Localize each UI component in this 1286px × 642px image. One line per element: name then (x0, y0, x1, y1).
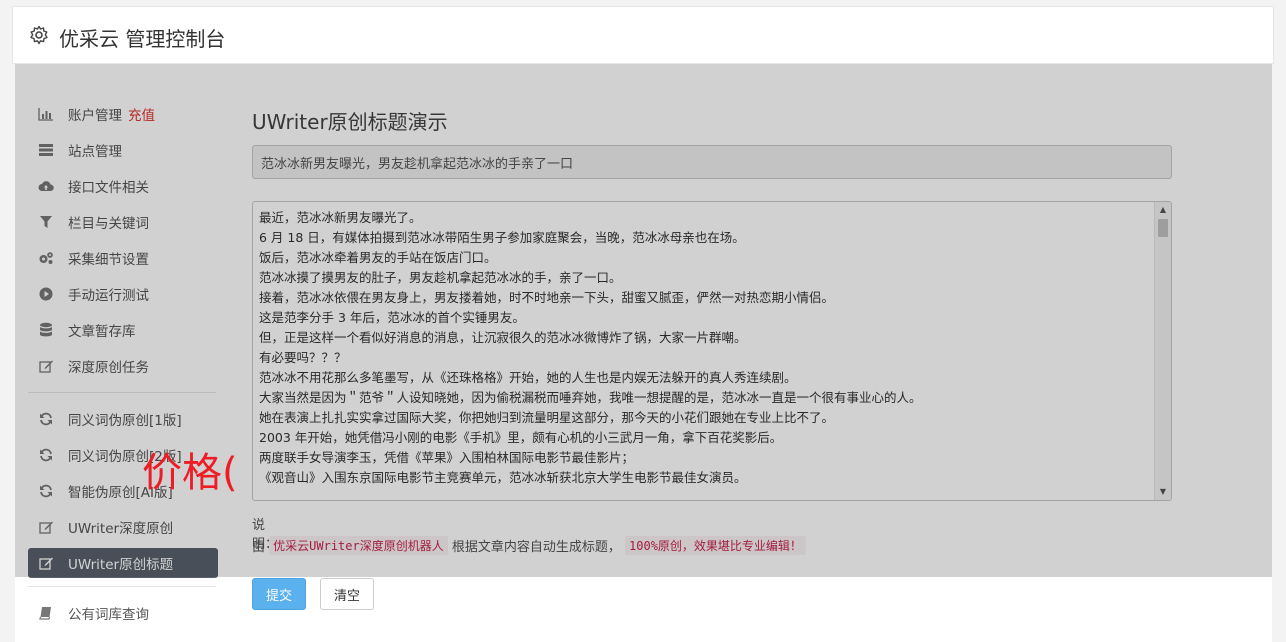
content-line: 但，正是这样一个看似好消息的消息，让沉寂很久的范冰冰微博炸了锅，大家一片群嘲。 (259, 330, 747, 345)
scroll-up-arrow[interactable]: ▲ (1155, 202, 1171, 218)
sidebar-item-label: 接口文件相关 (68, 180, 149, 196)
sidebar-item-categories-keywords[interactable]: 栏目与关键词 (28, 204, 218, 240)
sidebar-divider (28, 586, 216, 587)
scroll-down-arrow[interactable]: ▼ (1155, 484, 1171, 500)
sidebar-item-synonym-v1[interactable]: 同义词伪原创[1版] (28, 401, 218, 437)
sidebar-item-label: 站点管理 (68, 144, 122, 160)
sidebar-item-article-storage[interactable]: 文章暂存库 (28, 312, 218, 348)
book-icon (38, 605, 54, 621)
sidebar-item-label: 账户管理 (68, 108, 122, 124)
content-line: 2003 年开始，她凭借冯小刚的电影《手机》里，颇有心机的小三武月一角，拿下百花… (259, 430, 783, 445)
edit-icon (38, 358, 54, 374)
filter-icon (38, 214, 54, 230)
sidebar-item-label: 公有词库查询 (68, 607, 149, 623)
sidebar-item-label: 手动运行测试 (68, 288, 149, 304)
sidebar-item-manual-run[interactable]: 手动运行测试 (28, 276, 218, 312)
sidebar-item-label: 深度原创任务 (68, 360, 149, 376)
content-line: 有必要吗？？？ (259, 350, 347, 365)
sidebar-item-uwriter-deep[interactable]: UWriter深度原创 (28, 509, 218, 545)
description-text: 由 优采云UWriter深度原创机器人 根据文章内容自动生成标题， 100%原创… (252, 536, 806, 555)
refresh-icon (38, 483, 54, 499)
scrollbar[interactable]: ▲ ▼ (1154, 202, 1171, 500)
play-circle-icon (38, 286, 54, 302)
content-textarea[interactable]: 最近，范冰冰新男友曝光了。 6 月 18 日，有媒体拍摄到范冰冰带陌生男子参加家庭… (252, 201, 1172, 501)
cloud-upload-icon (38, 178, 54, 194)
refresh-icon (38, 411, 54, 427)
sidebar-item-label: 同义词伪原创[1版] (68, 413, 182, 429)
sidebar-item-interface-files[interactable]: 接口文件相关 (28, 168, 218, 204)
submit-button[interactable]: 提交 (252, 578, 306, 610)
content-line: 接着，范冰冰依偎在男友身上，男友搂着她，时不时地亲一下头，甜蜜又腻歪，俨然一对热… (259, 290, 835, 305)
highlight-code: 100%原创，效果堪比专业编辑！ (625, 536, 806, 555)
refresh-icon (38, 447, 54, 463)
price-overlay-text: 价格( (142, 450, 238, 496)
content-line: 范冰冰摸了摸男友的肚子，男友趁机拿起范冰冰的手，亲了一口。 (259, 270, 622, 285)
content-line: 饭后，范冰冰牵着男友的手站在饭店门口。 (259, 250, 497, 265)
content-line: 这是范李分手 3 年后，范冰冰的首个实锤男友。 (259, 310, 525, 325)
sidebar-item-label: 栏目与关键词 (68, 216, 149, 232)
sidebar-item-label: UWriter深度原创 (68, 521, 174, 537)
content-line: 范冰冰不用花那么多笔墨写，从《还珠格格》开始，她的人生也是内娱无法躲开的真人秀连… (259, 370, 797, 385)
product-name-code: 优采云UWriter深度原创机器人 (269, 536, 448, 555)
sidebar-item-uwriter-title[interactable]: UWriter原创标题 (28, 548, 218, 578)
bar-chart-icon (38, 106, 54, 122)
sidebar-item-collect-settings[interactable]: 采集细节设置 (28, 240, 218, 276)
sidebar-item-sites[interactable]: 站点管理 (28, 132, 218, 168)
content-line: 《观音山》入围东京国际电影节主竞赛单元，范冰冰斩获北京大学生电影节最佳女演员。 (259, 470, 747, 485)
content-line: 两度联手女导演李玉，凭借《苹果》入围柏林国际电影节最佳影片； (259, 450, 635, 465)
edit-icon (38, 519, 54, 535)
sidebar: 账户管理 充值 站点管理 接口文件相关 栏目与关键词 采集细节设置 手动运行测试 (28, 96, 218, 631)
sidebar-divider (28, 392, 216, 393)
recharge-link[interactable]: 充值 (128, 104, 155, 124)
content-text: 最近，范冰冰新男友曝光了。 6 月 18 日，有媒体拍摄到范冰冰带陌生男子参加家庭… (253, 202, 1171, 488)
app-title: 优采云 管理控制台 (59, 27, 226, 51)
content-line: 大家当然是因为＂范爷＂人设知晓她，因为偷税漏税而唾弃她，我唯一想提醒的是，范冰冰… (259, 390, 922, 405)
sidebar-item-public-thesaurus[interactable]: 公有词库查询 (28, 595, 218, 631)
database-icon (38, 322, 54, 338)
top-header: 优采云 管理控制台 (12, 6, 1274, 64)
cogs-icon (38, 250, 54, 266)
sidebar-item-deep-original-task[interactable]: 深度原创任务 (28, 348, 218, 384)
clear-button[interactable]: 清空 (320, 578, 374, 610)
server-icon (38, 142, 54, 158)
description-prefix: 由 (252, 540, 266, 555)
sidebar-item-label: 文章暂存库 (68, 324, 136, 340)
sidebar-item-label: 采集细节设置 (68, 252, 149, 268)
content-line: 6 月 18 日，有媒体拍摄到范冰冰带陌生男子参加家庭聚会，当晚，范冰冰母亲也在… (259, 230, 745, 245)
sidebar-item-account[interactable]: 账户管理 充值 (28, 96, 218, 132)
content-line: 最近，范冰冰新男友曝光了。 (259, 210, 422, 225)
edit-icon (38, 555, 54, 571)
gear-icon (30, 25, 48, 45)
page-title: UWriter原创标题演示 (252, 110, 448, 134)
title-field[interactable] (252, 145, 1172, 179)
content-line: 她在表演上扎扎实实拿过国际大奖，你把她归到流量明星这部分，那今天的小花们跟她在专… (259, 410, 835, 425)
scroll-thumb[interactable] (1158, 219, 1168, 237)
sidebar-item-label: UWriter原创标题 (68, 557, 174, 573)
description-middle: 根据文章内容自动生成标题， (451, 540, 621, 555)
